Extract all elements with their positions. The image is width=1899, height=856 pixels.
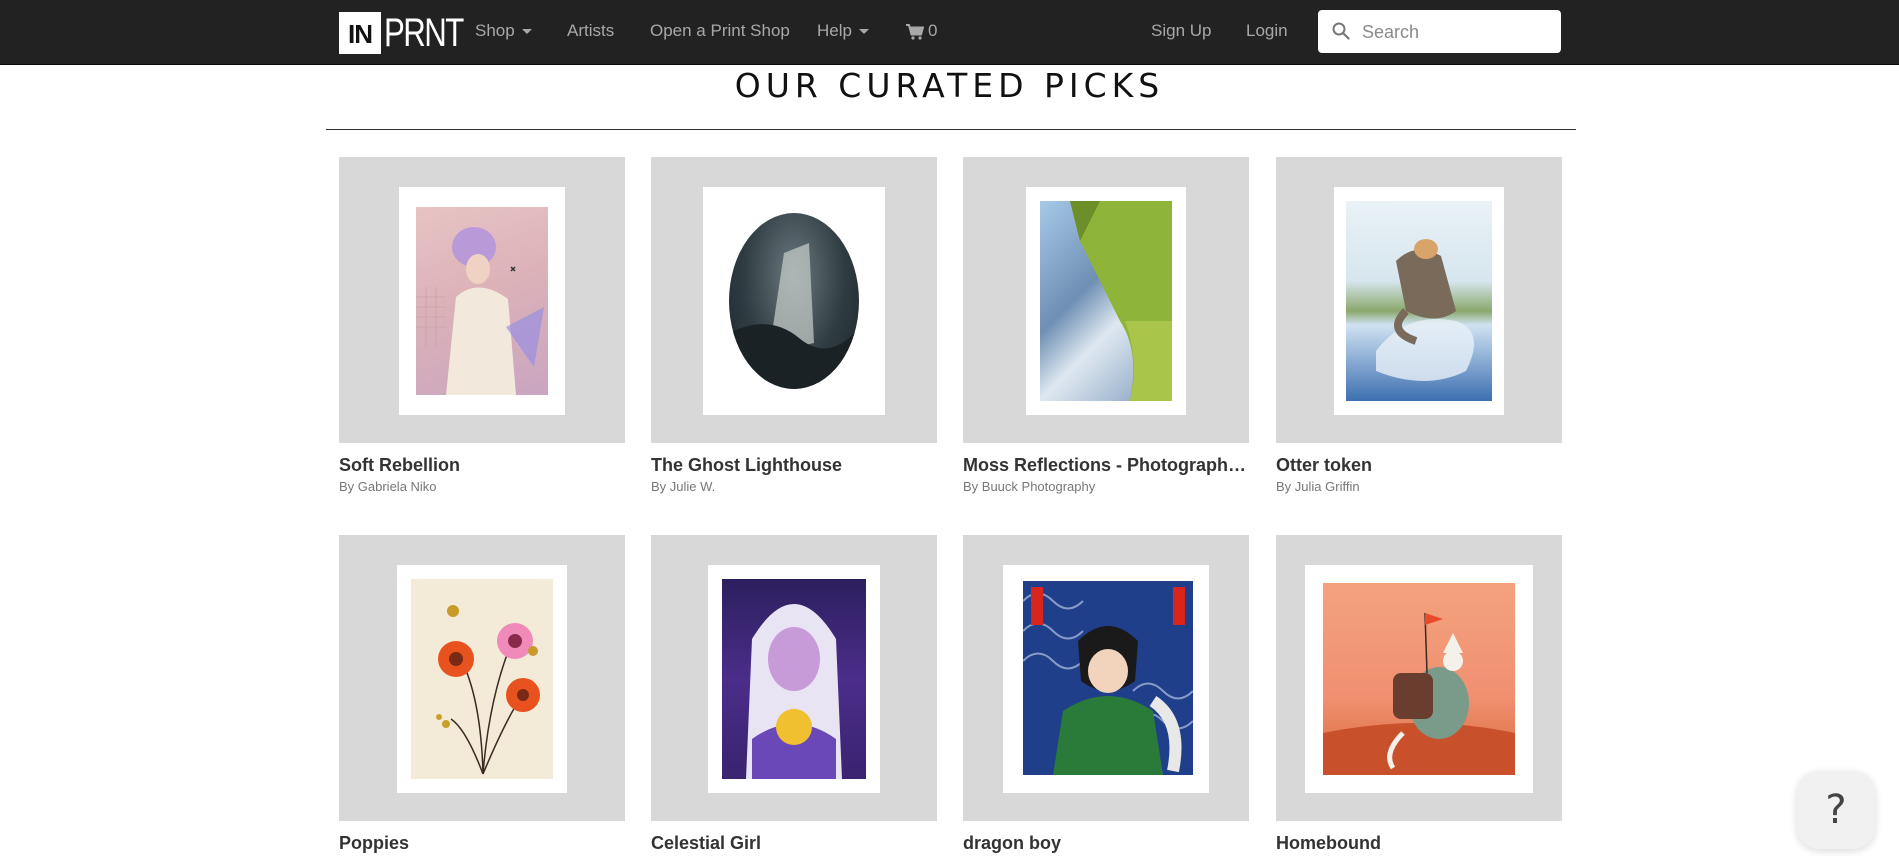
- search-input[interactable]: [1360, 10, 1554, 55]
- heading-divider: [326, 129, 1576, 130]
- print-mat: [399, 187, 565, 415]
- chevron-down-icon: [858, 29, 869, 35]
- artwork-illustration: [1323, 612, 1515, 775]
- nav-shop-dropdown[interactable]: Shop: [475, 0, 532, 64]
- artwork-illustration: [746, 604, 842, 779]
- nav-help-dropdown[interactable]: Help: [817, 0, 869, 64]
- artwork-illustration: [1376, 239, 1474, 381]
- product-artist-link[interactable]: By Gabriela Niko: [339, 479, 625, 494]
- print-mat: [703, 187, 885, 415]
- artwork-otter-token: [1346, 201, 1492, 401]
- product-card: Soft Rebellion By Gabriela Niko: [339, 157, 625, 494]
- product-image-link[interactable]: [339, 157, 625, 443]
- product-card: The Ghost Lighthouse By Julie W.: [651, 157, 937, 494]
- product-title-link[interactable]: Celestial Girl: [651, 833, 937, 854]
- product-card: Homebound: [1276, 535, 1562, 854]
- print-mat: [1026, 187, 1186, 415]
- artwork-illustration: [1070, 201, 1172, 401]
- product-image-link[interactable]: [1276, 535, 1562, 821]
- nav-help-label: Help: [817, 21, 852, 40]
- artwork-dragon-boy: [1023, 581, 1193, 775]
- product-image-link[interactable]: [339, 535, 625, 821]
- print-mat: [1334, 187, 1504, 415]
- product-card: Celestial Girl: [651, 535, 937, 854]
- cart-count: 0: [928, 21, 938, 40]
- artwork-illustration: [436, 605, 540, 775]
- product-card: Poppies: [339, 535, 625, 854]
- artwork-illustration: [1023, 587, 1193, 775]
- product-title-link[interactable]: The Ghost Lighthouse: [651, 455, 937, 476]
- product-artist-link[interactable]: By Buuck Photography: [963, 479, 1249, 494]
- cart-icon: [906, 23, 924, 40]
- question-mark-icon: ?: [1825, 787, 1847, 833]
- print-mat: [1003, 565, 1209, 793]
- product-title-link[interactable]: dragon boy: [963, 833, 1249, 854]
- artwork-ghost-lighthouse: [729, 213, 859, 389]
- logo-prnt-text: PRNT: [384, 11, 464, 55]
- artwork-moss-reflections: [1040, 201, 1172, 401]
- page-title: OUR CURATED PICKS: [734, 66, 1165, 105]
- product-artist-link[interactable]: By Julie W.: [651, 479, 937, 494]
- search-box: [1318, 10, 1561, 55]
- print-mat: [1305, 565, 1533, 793]
- nav-open-print-shop-link[interactable]: Open a Print Shop: [650, 0, 790, 64]
- product-image-link[interactable]: [651, 535, 937, 821]
- product-title-link[interactable]: Homebound: [1276, 833, 1562, 854]
- product-image-link[interactable]: [651, 157, 937, 443]
- product-title-link[interactable]: Moss Reflections - Photography Print: [963, 455, 1249, 476]
- nav-login-link[interactable]: Login: [1246, 0, 1288, 64]
- artwork-celestial-girl: [722, 579, 866, 779]
- product-artist-link[interactable]: By Julia Griffin: [1276, 479, 1562, 494]
- help-chat-button[interactable]: ?: [1797, 771, 1875, 849]
- product-card: Moss Reflections - Photography Print By …: [963, 157, 1249, 494]
- artwork-illustration: [416, 227, 544, 395]
- top-navbar: IN PRNT Shop Artists Open a Print Shop H…: [0, 0, 1899, 65]
- product-title-link[interactable]: Poppies: [339, 833, 625, 854]
- nav-artists-link[interactable]: Artists: [567, 0, 614, 64]
- nav-sign-up-link[interactable]: Sign Up: [1151, 0, 1211, 64]
- nav-shop-label: Shop: [475, 21, 515, 40]
- product-image-link[interactable]: [963, 157, 1249, 443]
- print-mat: [397, 565, 567, 793]
- logo-in-mark: IN: [339, 12, 381, 54]
- inprnt-logo[interactable]: IN PRNT: [339, 11, 485, 55]
- product-image-link[interactable]: [1276, 157, 1562, 443]
- product-card: dragon boy: [963, 535, 1249, 854]
- search-icon: [1332, 22, 1350, 40]
- artwork-soft-rebellion: [416, 207, 548, 395]
- print-mat: [708, 565, 880, 793]
- artwork-homebound: [1323, 583, 1515, 775]
- artwork-poppies: [411, 579, 553, 779]
- artwork-illustration: [729, 243, 859, 389]
- product-title-link[interactable]: Otter token: [1276, 455, 1562, 476]
- product-title-link[interactable]: Soft Rebellion: [339, 455, 625, 476]
- product-image-link[interactable]: [963, 535, 1249, 821]
- chevron-down-icon: [521, 29, 532, 35]
- product-card: Otter token By Julia Griffin: [1276, 157, 1562, 494]
- nav-cart-link[interactable]: 0: [906, 0, 937, 64]
